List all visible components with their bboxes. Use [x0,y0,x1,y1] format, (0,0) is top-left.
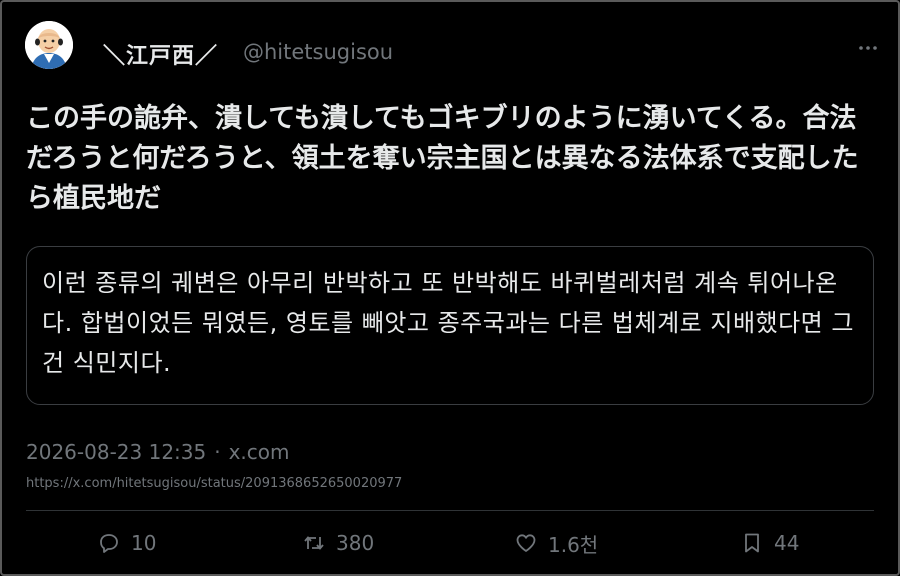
translation-box: 이런 종류의 궤변은 아무리 반박하고 또 반박해도 바퀴벌레처럼 계속 튀어나… [26,246,874,405]
timestamp[interactable]: 2026-08-23 12:35 [26,440,206,464]
bookmark-icon [745,533,759,553]
reply-button[interactable]: 10 [97,528,156,558]
source-link[interactable]: x.com [229,440,290,464]
heart-icon [516,534,536,552]
repost-count: 380 [336,531,375,555]
user-handle[interactable]: @hitetsugisou [243,40,393,64]
reply-icon [100,534,118,553]
divider [26,510,874,511]
repost-button[interactable]: 380 [302,528,374,558]
translation-text: 이런 종류의 궤변은 아무리 반박하고 또 반박해도 바퀴벌레처럼 계속 튀어나… [42,269,854,377]
tweet-text: この手の詭弁、潰しても潰してもゴキブリのように湧いてくる。合法だろうと何だろうと… [26,103,859,214]
like-count: 1.6천 [548,532,599,557]
repost-icon [304,536,324,550]
tweet-meta: 2026-08-23 12:35 · x.com [26,440,290,464]
tweet-url[interactable]: https://x.com/hitetsugisou/status/209136… [26,476,402,491]
meta-separator: · [214,440,221,464]
avatar[interactable] [25,21,73,69]
bookmark-count: 44 [774,531,800,555]
bald-man-avatar-icon [25,21,73,69]
like-button[interactable]: 1.6천 [514,528,598,558]
reply-count: 10 [131,531,157,555]
display-name[interactable]: ＼江戸西／ [103,38,218,70]
more-dots-icon[interactable] [858,38,878,58]
bookmark-button[interactable]: 44 [740,528,799,558]
